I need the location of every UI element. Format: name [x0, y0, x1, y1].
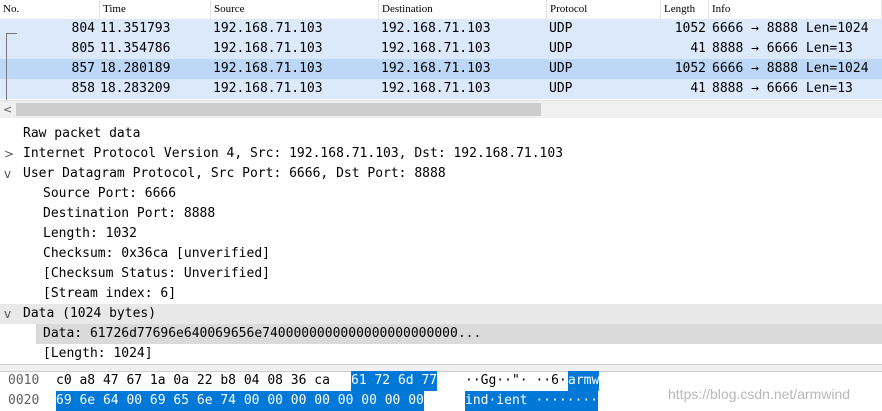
column-header-no[interactable]: No. [0, 0, 100, 19]
watermark: https://blog.csdn.net/armwind [668, 386, 851, 402]
packet-list-hscrollbar[interactable]: < [0, 100, 882, 118]
ascii-bytes-selected[interactable]: ind·ient ········ [465, 391, 599, 411]
packet-cell-destination: 192.168.71.103 [381, 81, 491, 96]
packet-row[interactable]: 805 11.354786 192.168.71.103 192.168.71.103… [0, 39, 882, 59]
packet-row[interactable]: 804 11.351793 192.168.71.103 192.168.71.103… [0, 19, 882, 39]
hex-bytes[interactable]: c0 a8 47 67 1a 0a 22 b8 04 08 36 ca [56, 371, 330, 391]
column-header-source[interactable]: Source [211, 0, 379, 19]
tree-item-data-length[interactable]: [Length: 1024] [0, 344, 882, 364]
packet-cell-destination: 192.168.71.103 [381, 41, 491, 56]
packet-cell-time: 18.283209 [100, 81, 171, 96]
ascii-bytes-selected[interactable]: armw [568, 371, 600, 391]
tree-item-label: Length: 1032 [43, 226, 137, 241]
packet-cell-source: 192.168.71.103 [213, 41, 323, 56]
tree-item-label: Destination Port: 8888 [43, 206, 216, 221]
tree-item-ip[interactable]: > Internet Protocol Version 4, Src: 192.… [0, 144, 882, 164]
packet-cell-destination: 192.168.71.103 [381, 61, 491, 76]
tree-item-label: Internet Protocol Version 4, Src: 192.16… [23, 146, 564, 161]
hex-offset: 0010 [8, 373, 40, 388]
packet-details-tree: Raw packet data > Internet Protocol Vers… [0, 124, 882, 364]
tree-item-data-value[interactable]: Data: 61726d77696e640069656e740000000000… [0, 324, 882, 344]
packet-cell-source: 192.168.71.103 [213, 81, 323, 96]
packet-cell-info: 6666 → 8888 Len=1024 [712, 61, 869, 76]
packet-cell-protocol: UDP [549, 61, 573, 76]
column-header-time[interactable]: Time [100, 0, 211, 19]
column-header-destination[interactable]: Destination [379, 0, 547, 19]
packet-cell-protocol: UDP [549, 81, 573, 96]
tree-item-label: [Checksum Status: Unverified] [43, 266, 270, 281]
packet-cell-protocol: UDP [549, 41, 573, 56]
collapse-arrow-icon[interactable]: v [4, 164, 16, 184]
packet-cell-time: 11.351793 [100, 21, 171, 36]
tree-item-checksum[interactable]: Checksum: 0x36ca [unverified] [0, 244, 882, 264]
tree-item-raw[interactable]: Raw packet data [0, 124, 882, 144]
tree-item-length[interactable]: Length: 1032 [0, 224, 882, 244]
tree-item-dst-port[interactable]: Destination Port: 8888 [0, 204, 882, 224]
tree-item-label: Raw packet data [23, 126, 141, 141]
packet-cell-time: 11.354786 [100, 41, 171, 56]
packet-cell-info: 8888 → 6666 Len=13 [712, 41, 853, 56]
tree-item-label: User Datagram Protocol, Src Port: 6666, … [23, 166, 446, 181]
tree-item-label: Source Port: 6666 [43, 186, 177, 201]
tree-item-udp[interactable]: v User Datagram Protocol, Src Port: 6666… [0, 164, 882, 184]
tree-item-label: Data (1024 bytes) [23, 306, 157, 321]
tree-item-stream-index[interactable]: [Stream index: 6] [0, 284, 882, 304]
expand-arrow-icon[interactable]: > [4, 144, 16, 164]
tree-item-label: Data: 61726d77696e640069656e740000000000… [43, 326, 482, 341]
collapse-arrow-icon[interactable]: v [4, 304, 16, 324]
tree-item-checksum-status[interactable]: [Checksum Status: Unverified] [0, 264, 882, 284]
hex-bytes-selected[interactable]: 61 72 6d 77 [351, 371, 438, 391]
column-header-info[interactable]: Info [709, 0, 882, 19]
scroll-thumb[interactable] [16, 103, 541, 116]
packet-cell-source: 192.168.71.103 [213, 21, 323, 36]
packet-cell-info: 8888 → 6666 Len=13 [712, 81, 853, 96]
tree-item-label: Checksum: 0x36ca [unverified] [43, 246, 270, 261]
tree-item-label: [Stream index: 6] [43, 286, 177, 301]
packet-list-header: No. Time Source Destination Protocol Len… [0, 0, 882, 20]
packet-cell-time: 18.280189 [100, 61, 171, 76]
scroll-left-arrow-icon[interactable]: < [3, 101, 12, 118]
tree-item-label: [Length: 1024] [43, 346, 153, 361]
hex-bytes-selected[interactable]: 69 6e 64 00 69 65 6e 74 00 00 00 00 00 0… [56, 391, 424, 411]
column-header-length[interactable]: Length [661, 0, 709, 19]
column-header-protocol[interactable]: Protocol [547, 0, 661, 19]
packet-row[interactable]: 858 18.283209 192.168.71.103 192.168.71.103… [0, 79, 882, 99]
packet-cell-length: 1052 [674, 21, 706, 36]
packet-cell-length: 41 [690, 81, 706, 96]
tree-item-data[interactable]: v Data (1024 bytes) [0, 304, 882, 324]
conversation-bracket [6, 33, 17, 104]
packet-cell-source: 192.168.71.103 [213, 61, 323, 76]
packet-cell-protocol: UDP [549, 21, 573, 36]
packet-row[interactable]: 857 18.280189 192.168.71.103 192.168.71.103… [0, 59, 882, 79]
packet-cell-length: 41 [690, 41, 706, 56]
tree-item-src-port[interactable]: Source Port: 6666 [0, 184, 882, 204]
packet-cell-length: 1052 [674, 61, 706, 76]
hex-offset: 0020 [8, 393, 40, 408]
ascii-bytes[interactable]: ··Gg··"· ··6· [465, 371, 567, 391]
packet-cell-destination: 192.168.71.103 [381, 21, 491, 36]
packet-cell-info: 6666 → 8888 Len=1024 [712, 21, 869, 36]
